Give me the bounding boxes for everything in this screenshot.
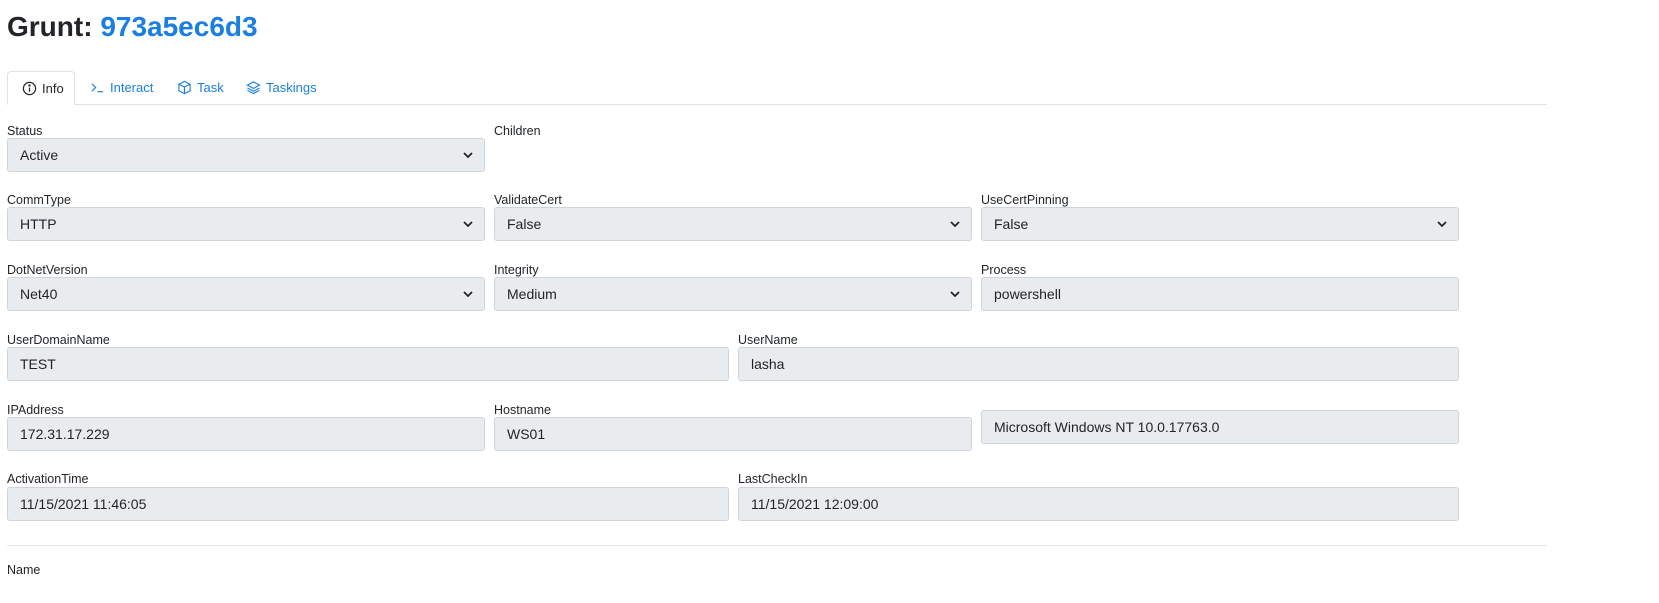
chevron-down-icon [463,291,473,298]
lastcheckin-label: LastCheckIn [738,472,808,486]
tab-task[interactable]: Task [177,71,232,104]
tab-taskings-label: Taskings [266,80,317,95]
hostname-label: Hostname [494,403,551,417]
validatecert-label: ValidateCert [494,193,562,207]
tab-taskings[interactable]: Taskings [246,71,326,104]
status-label: Status [7,124,43,138]
ipaddress-value: 172.31.17.229 [20,426,110,442]
usecertpinning-select[interactable]: False [981,207,1459,241]
chevron-down-icon [950,291,960,298]
hostname-field[interactable]: WS01 [494,417,972,451]
os-version-field[interactable]: Microsoft Windows NT 10.0.17763.0 [981,410,1459,444]
process-label: Process [981,263,1027,277]
process-value: powershell [994,286,1061,302]
status-select[interactable]: Active [7,138,485,172]
page-title-prefix: Grunt: [7,11,93,42]
status-value: Active [20,147,59,163]
grunt-id: 973a5ec6d3 [100,11,258,42]
section-divider [7,545,1547,546]
page-title: Grunt: 973a5ec6d3 [7,6,258,48]
os-version-value: Microsoft Windows NT 10.0.17763.0 [994,419,1220,435]
userdomainname-field[interactable]: TEST [7,347,729,381]
activationtime-value: 11/15/2021 11:46:05 [20,496,147,512]
name-label: Name [7,563,41,577]
tab-interact-label: Interact [110,80,154,95]
commtype-label: CommType [7,193,71,207]
hostname-value: WS01 [507,426,546,442]
dotnetversion-label: DotNetVersion [7,263,88,277]
usecertpinning-value: False [994,216,1029,232]
usecertpinning-label: UseCertPinning [981,193,1069,207]
validatecert-select[interactable]: False [494,207,972,241]
terminal-icon [91,83,104,93]
info-icon [22,81,37,95]
tab-bar: Info Interact Task Taskings [7,71,1547,105]
box-icon [178,80,191,95]
activationtime-label: ActivationTime [7,472,89,486]
chevron-down-icon [463,152,473,159]
chevron-down-icon [950,221,960,228]
activationtime-field[interactable]: 11/15/2021 11:46:05 [7,487,729,521]
tab-info[interactable]: Info [7,71,75,105]
username-field[interactable]: lasha [738,347,1459,381]
tab-task-label: Task [197,80,224,95]
commtype-select[interactable]: HTTP [7,207,485,241]
integrity-select[interactable]: Medium [494,277,972,311]
validatecert-value: False [507,216,542,232]
tab-interact[interactable]: Interact [90,71,165,104]
commtype-value: HTTP [20,216,57,232]
ipaddress-field[interactable]: 172.31.17.229 [7,417,485,451]
lastcheckin-field[interactable]: 11/15/2021 12:09:00 [738,487,1459,521]
chevron-down-icon [463,221,473,228]
userdomainname-label: UserDomainName [7,333,110,347]
userdomainname-value: TEST [20,356,56,372]
layers-icon [246,81,261,95]
dotnetversion-select[interactable]: Net40 [7,277,485,311]
dotnetversion-value: Net40 [20,286,58,302]
username-label: UserName [738,333,798,347]
tab-info-label: Info [42,80,64,96]
ipaddress-label: IPAddress [7,403,64,417]
lastcheckin-value: 11/15/2021 12:09:00 [751,496,879,512]
integrity-label: Integrity [494,263,539,277]
username-value: lasha [751,356,785,372]
chevron-down-icon [1437,221,1447,228]
integrity-value: Medium [507,286,557,302]
children-label: Children [494,124,541,138]
process-field[interactable]: powershell [981,277,1459,311]
